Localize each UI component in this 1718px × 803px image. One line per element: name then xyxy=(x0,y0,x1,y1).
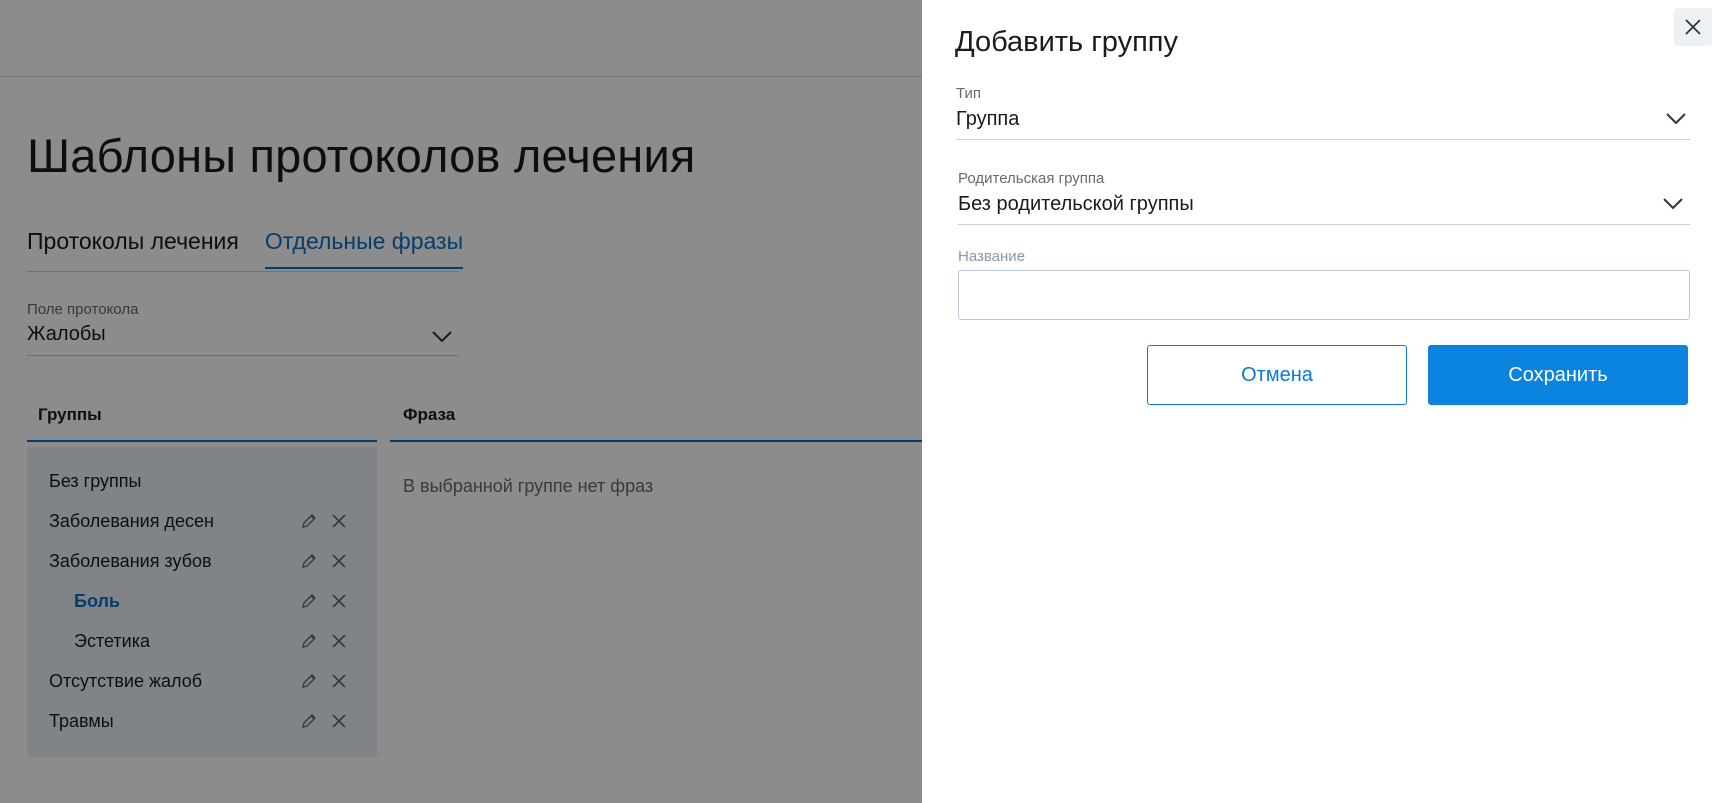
parent-group-underline xyxy=(958,224,1690,225)
modal-overlay[interactable] xyxy=(0,0,922,803)
name-input[interactable] xyxy=(958,270,1690,320)
parent-group-select[interactable]: Без родительской группы xyxy=(958,193,1194,216)
close-icon xyxy=(1685,19,1701,35)
add-group-drawer: Добавить группу Тип Группа Родительская … xyxy=(922,0,1718,803)
chevron-down-icon[interactable] xyxy=(1666,113,1686,125)
save-button[interactable]: Сохранить xyxy=(1428,345,1688,405)
name-field-label: Название xyxy=(958,248,1026,265)
type-select-underline xyxy=(956,139,1690,140)
drawer-title: Добавить группу xyxy=(955,26,1179,58)
type-field-label: Тип xyxy=(956,85,982,102)
parent-group-label: Родительская группа xyxy=(958,170,1105,187)
cancel-button[interactable]: Отмена xyxy=(1147,345,1407,405)
type-select[interactable]: Группа xyxy=(956,108,1019,131)
chevron-down-icon[interactable] xyxy=(1663,198,1683,210)
close-drawer-button[interactable] xyxy=(1674,8,1712,46)
